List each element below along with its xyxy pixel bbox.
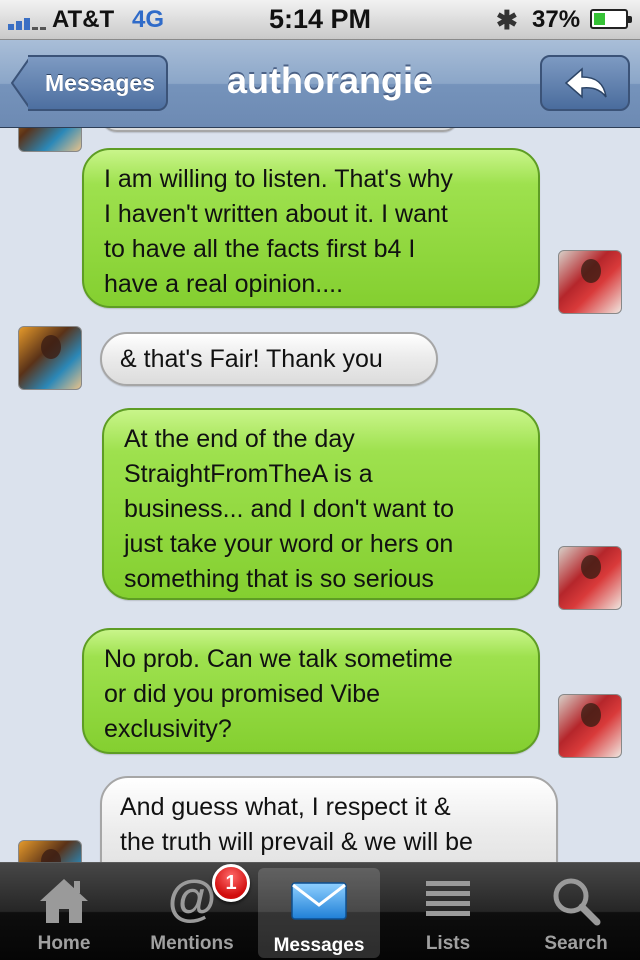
reply-arrow-icon: [564, 67, 607, 99]
message-bubble-sent[interactable]: I am willing to listen. That's why I hav…: [82, 148, 540, 308]
message-bubble-sent[interactable]: No prob. Can we talk sometime or did you…: [82, 628, 540, 754]
conversation-view[interactable]: I am willing to listen. That's why I hav…: [0, 128, 640, 862]
conversation-title: authorangie: [226, 60, 433, 101]
tab-search[interactable]: Search: [512, 863, 640, 960]
battery-fill: [594, 13, 605, 25]
tab-label: Home: [37, 933, 91, 954]
tab-label: Search: [544, 933, 608, 954]
tab-label: Lists: [425, 933, 471, 954]
mentions-badge: 1: [212, 864, 250, 902]
message-text: No prob. Can we talk sometime or did you…: [104, 645, 453, 743]
tab-lists[interactable]: Lists: [384, 863, 512, 960]
message-bubble-received[interactable]: & that's Fair! Thank you: [100, 332, 438, 386]
back-button-label: Messages: [28, 55, 168, 111]
reply-button[interactable]: [540, 55, 630, 111]
tab-label: Messages: [273, 935, 365, 956]
home-icon: [40, 879, 88, 923]
my-avatar: [558, 694, 622, 758]
my-avatar: [558, 546, 622, 610]
message-text: I am willing to listen. That's why I hav…: [104, 165, 453, 298]
message-bubble-received[interactable]: And guess what, I respect it & the truth…: [100, 776, 558, 862]
contact-avatar: [18, 840, 82, 862]
bluetooth-icon: ✱: [496, 5, 518, 35]
tab-bar: Home @ Mentions Messages Lists Search: [0, 862, 640, 960]
at-sign-icon: @: [167, 870, 217, 926]
list-icon: [426, 881, 470, 916]
message-bubble-sent[interactable]: At the end of the day StraightFromTheA i…: [102, 408, 540, 600]
tab-messages[interactable]: Messages: [258, 868, 380, 958]
tab-home[interactable]: Home: [0, 863, 128, 960]
message-text: And guess what, I respect it & the truth…: [120, 793, 473, 856]
envelope-icon: [291, 882, 347, 920]
previous-message-bubble: [100, 128, 460, 132]
tab-label: Mentions: [150, 933, 234, 954]
message-text: At the end of the day StraightFromTheA i…: [124, 425, 454, 593]
magnifier-icon: [553, 878, 601, 926]
message-text: & that's Fair! Thank you: [120, 345, 383, 373]
status-bar: AT&T 4G 5:14 PM ✱ 37%: [0, 0, 640, 40]
my-avatar: [558, 250, 622, 314]
battery-percent: 37%: [532, 6, 581, 33]
battery-icon: [590, 9, 632, 29]
contact-avatar: [18, 128, 82, 152]
contact-avatar: [18, 326, 82, 390]
back-button[interactable]: Messages: [10, 55, 168, 111]
navigation-bar: Messages authorangie: [0, 40, 640, 128]
